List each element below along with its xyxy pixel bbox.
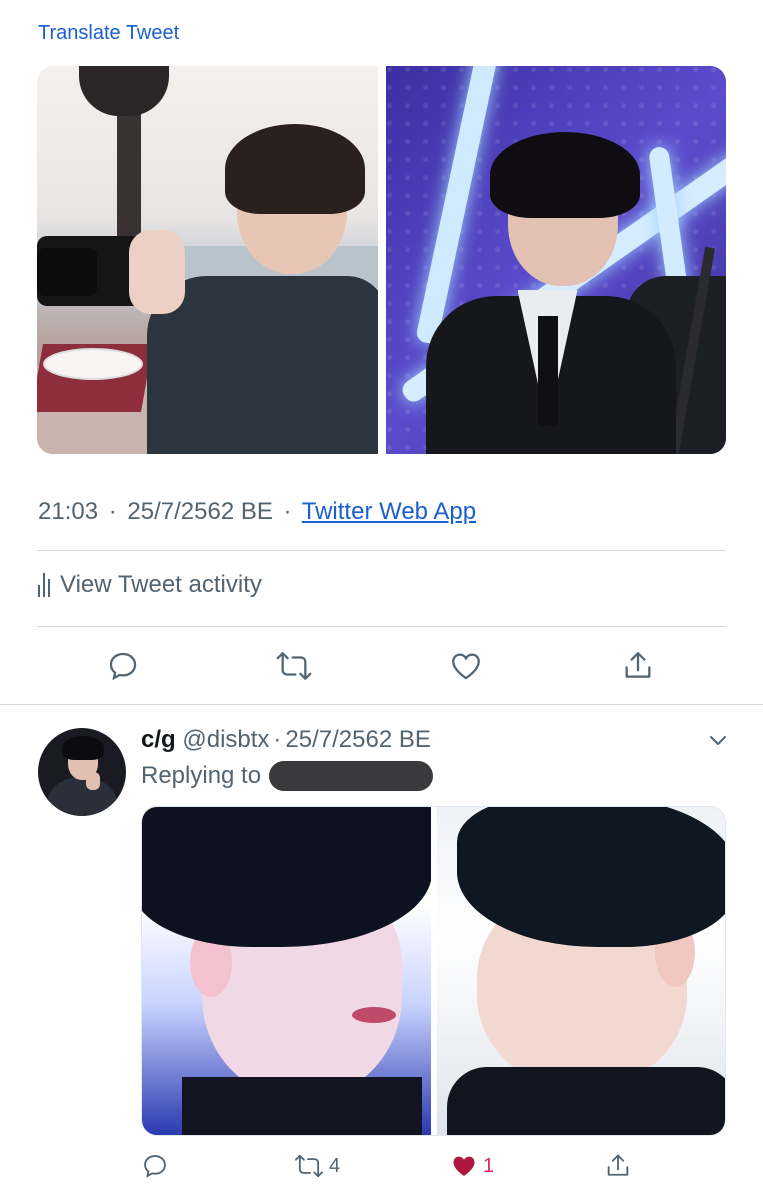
divider bbox=[37, 626, 726, 627]
reply-retweet-button[interactable]: 4 bbox=[293, 1148, 340, 1184]
retweet-count: 4 bbox=[329, 1154, 341, 1177]
reply-separator: · bbox=[273, 726, 282, 753]
reply-share-button[interactable] bbox=[604, 1148, 632, 1184]
replying-to-label: Replying to bbox=[141, 762, 262, 789]
reply-author-name[interactable]: c/g bbox=[141, 726, 176, 753]
reply-reply-button[interactable] bbox=[141, 1148, 169, 1184]
activity-label: View Tweet activity bbox=[60, 571, 262, 598]
reply-button[interactable] bbox=[103, 646, 143, 686]
tweet-media-grid bbox=[37, 66, 726, 454]
reply-date[interactable]: 25/7/2562 BE bbox=[285, 726, 430, 753]
tweet-actions bbox=[37, 646, 726, 686]
share-icon bbox=[607, 1154, 629, 1176]
retweet-icon bbox=[276, 652, 312, 680]
like-count: 1 bbox=[483, 1154, 495, 1177]
view-tweet-activity[interactable]: View Tweet activity bbox=[38, 571, 262, 599]
redacted-username bbox=[269, 761, 434, 791]
meta-separator-1: · bbox=[108, 498, 117, 525]
activity-icon bbox=[38, 573, 50, 597]
reply-like-button[interactable]: 1 bbox=[449, 1148, 494, 1184]
reply-header: c/g @disbtx · 25/7/2562 BE bbox=[141, 726, 431, 754]
section-divider bbox=[0, 704, 763, 705]
reply-author-handle[interactable]: @disbtx bbox=[182, 726, 269, 753]
reply-photo-2[interactable] bbox=[436, 807, 725, 1135]
share-icon bbox=[625, 652, 651, 678]
translate-tweet-link[interactable]: Translate Tweet bbox=[38, 22, 179, 45]
retweet-icon bbox=[294, 1154, 324, 1178]
chevron-down-icon[interactable] bbox=[706, 728, 730, 752]
retweet-button[interactable] bbox=[274, 646, 314, 686]
heart-filled-icon bbox=[453, 1156, 475, 1176]
reply-media-grid bbox=[141, 806, 726, 1136]
tweet-source-link[interactable]: Twitter Web App bbox=[302, 498, 476, 525]
reply-icon bbox=[144, 1155, 166, 1178]
reply-actions: 4 1 bbox=[141, 1148, 726, 1184]
tweet-photo-2[interactable] bbox=[385, 66, 726, 454]
meta-separator-2: · bbox=[283, 498, 292, 525]
replying-to: Replying to bbox=[141, 761, 434, 791]
reply-photo-1[interactable] bbox=[142, 807, 431, 1135]
tweet-date: 25/7/2562 BE bbox=[127, 498, 273, 525]
tweet-meta: 21:03 · 25/7/2562 BE · Twitter Web App bbox=[38, 498, 476, 526]
divider bbox=[37, 550, 726, 551]
share-button[interactable] bbox=[618, 646, 658, 686]
reply-icon bbox=[109, 652, 137, 681]
like-icon bbox=[452, 653, 480, 680]
tweet-time: 21:03 bbox=[38, 498, 99, 525]
like-button[interactable] bbox=[446, 646, 486, 686]
tweet-photo-1[interactable] bbox=[37, 66, 378, 454]
avatar[interactable] bbox=[38, 728, 126, 816]
